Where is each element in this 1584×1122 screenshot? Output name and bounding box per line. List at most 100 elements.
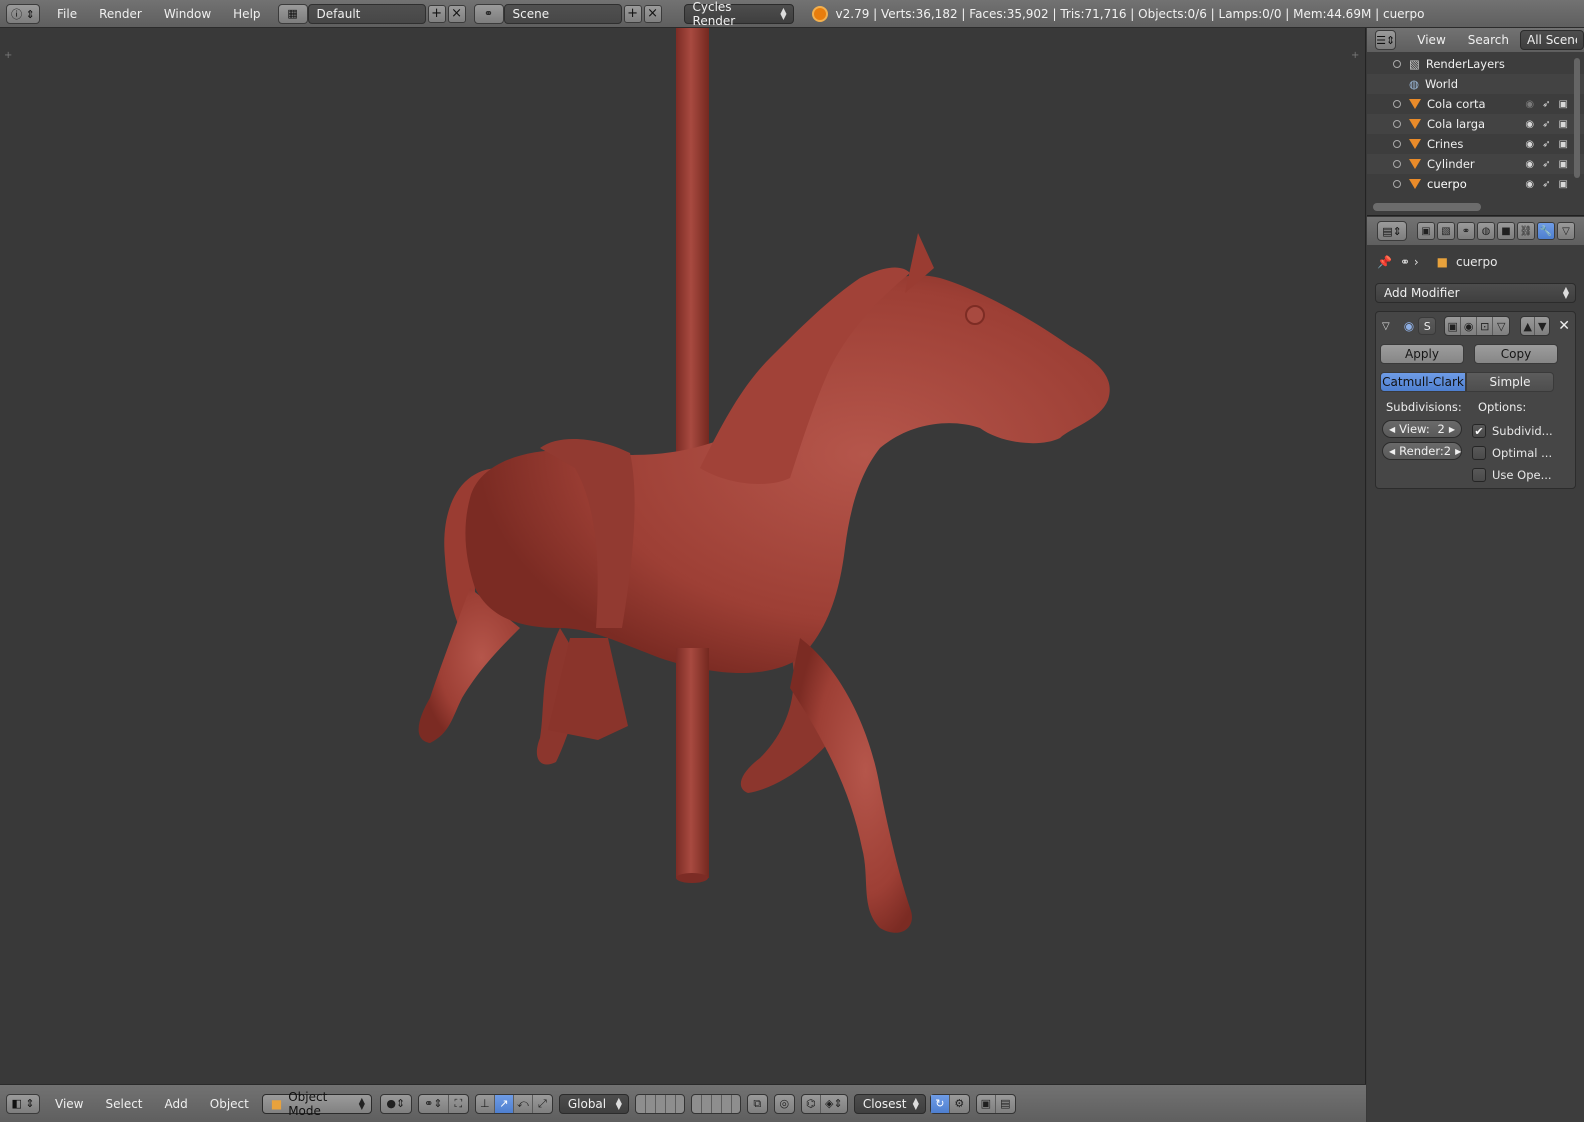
visibility-eye-icon[interactable]: ◉ (1525, 179, 1534, 190)
outliner-editor-type-button[interactable]: ☰⇕ (1375, 30, 1397, 50)
select-cursor-icon[interactable]: ➶ (1542, 159, 1550, 170)
scene-tab-icon[interactable]: ⚭ (1457, 222, 1475, 240)
visibility-eye-icon[interactable]: ◉ (1525, 119, 1534, 130)
scene-add-icon[interactable]: + (623, 4, 642, 23)
expand-toggle-icon[interactable] (1393, 100, 1401, 108)
rotate-manipulator-icon[interactable]: ⤺ (514, 1094, 533, 1113)
snap-toggle-icon[interactable]: ⌬ (802, 1094, 821, 1113)
layout-name-field[interactable]: Default (307, 3, 426, 24)
outliner-menu-view[interactable]: View (1406, 33, 1456, 47)
render-engine-select[interactable]: Cycles Render ▲ ▼ (683, 0, 794, 28)
menu-add[interactable]: Add (154, 1097, 199, 1111)
optimal-display-checkbox[interactable] (1472, 446, 1486, 460)
layout-browse-button[interactable]: ▦ (277, 3, 308, 24)
select-cursor-icon[interactable]: ➶ (1542, 99, 1550, 110)
render-camera-icon[interactable]: ▣ (1559, 159, 1568, 170)
layers-group-2[interactable] (690, 1093, 741, 1114)
snap-element-icon[interactable]: ◈⇕ (821, 1095, 847, 1113)
opengl-render-image-icon[interactable]: ▣ (977, 1094, 996, 1113)
simple-button[interactable]: Simple (1466, 372, 1554, 392)
remove-modifier-icon[interactable]: ✕ (1558, 318, 1570, 334)
visibility-eye-icon[interactable]: ◉ (1525, 99, 1534, 110)
render-camera-icon[interactable]: ▣ (1559, 119, 1568, 130)
scale-manipulator-icon[interactable]: ⤢ (533, 1095, 552, 1113)
layout-add-icon[interactable]: + (427, 4, 446, 23)
viewport-split-handle-right[interactable]: + (1351, 50, 1359, 61)
translate-manipulator-icon[interactable]: ↗ (494, 1094, 514, 1113)
visibility-eye-icon[interactable]: ◉ (1525, 139, 1534, 150)
render-tab-icon[interactable]: ▣ (1417, 222, 1435, 240)
pivot-point-icon[interactable]: ⚭⇕ (419, 1094, 449, 1113)
visibility-eye-icon[interactable]: ◉ (1525, 159, 1534, 170)
outliner-horizontal-scrollbar[interactable] (1373, 203, 1481, 211)
scene-name-field[interactable]: Scene (503, 3, 622, 24)
view-levels-field[interactable]: ◀ View: 2 ▶ (1382, 420, 1462, 438)
pin-icon[interactable]: 📌 (1377, 255, 1392, 269)
expand-toggle-icon[interactable] (1393, 120, 1401, 128)
viewport-toggle-icon[interactable]: ◉ (1461, 317, 1478, 335)
data-tab-icon[interactable]: ▽ (1557, 222, 1575, 240)
move-up-icon[interactable]: ▲ (1521, 317, 1536, 335)
expand-toggle-icon[interactable] (1393, 60, 1401, 68)
snap-target-select[interactable]: Closest ▲ ▼ (853, 1093, 926, 1114)
copy-button[interactable]: Copy (1474, 344, 1558, 364)
select-cursor-icon[interactable]: ➶ (1542, 139, 1550, 150)
layout-close-icon[interactable]: × (447, 4, 466, 23)
properties-editor-type-button[interactable]: ▤⇕ (1377, 221, 1407, 241)
proportional-edit-icon[interactable]: ◎ (775, 1095, 794, 1113)
render-camera-icon[interactable]: ▣ (1559, 139, 1568, 150)
expand-toggle-icon[interactable] (1393, 160, 1401, 168)
world-tab-icon[interactable]: ◍ (1477, 222, 1495, 240)
menu-window[interactable]: Window (153, 7, 222, 21)
outliner-menu-search[interactable]: Search (1457, 33, 1520, 47)
modifier-name-field[interactable]: S (1418, 317, 1437, 335)
outliner-item-crines[interactable]: Crines ◉ ➶ ▣ (1367, 134, 1584, 154)
use-opensubdiv-checkbox[interactable] (1472, 468, 1486, 482)
mode-select[interactable]: ■ Object Mode ▲ ▼ (261, 1090, 372, 1118)
render-camera-icon[interactable]: ▣ (1559, 179, 1568, 190)
select-cursor-icon[interactable]: ➶ (1542, 119, 1550, 130)
transform-axes-icon[interactable]: ⊥ (476, 1094, 495, 1113)
subdivide-uvs-checkbox[interactable]: ✔ (1472, 424, 1486, 438)
modifiers-wrench-icon[interactable]: 🔧 (1537, 222, 1555, 240)
outliner-item-cola-corta[interactable]: Cola corta ◉ ➶ ▣ (1367, 94, 1584, 114)
snap-align-icon[interactable]: ↻ (930, 1094, 950, 1113)
editor-type-button[interactable]: ⓘ ⇕ (6, 3, 40, 24)
scene-browse-button[interactable]: ⚭ (473, 3, 504, 24)
outliner-item-cola-larga[interactable]: Cola larga ◉ ➶ ▣ (1367, 114, 1584, 134)
viewport-editor-type-button[interactable]: ◧ ⇕ (6, 1093, 40, 1114)
manipulator-toggle-icon[interactable]: ⛶ (449, 1095, 468, 1113)
layer-lock-icon[interactable]: ⧉ (748, 1095, 767, 1113)
menu-help[interactable]: Help (222, 7, 271, 21)
apply-button[interactable]: Apply (1380, 344, 1464, 364)
add-modifier-select[interactable]: Add Modifier ▲ ▼ (1375, 283, 1576, 303)
use-opensubdiv-option[interactable]: Use Ope... (1472, 464, 1560, 486)
scene-close-icon[interactable]: × (643, 4, 662, 23)
render-layers-tab-icon[interactable]: ▧ (1437, 222, 1455, 240)
outliner-item-renderlayers[interactable]: ▧ RenderLayers (1367, 54, 1584, 74)
outliner-item-cuerpo[interactable]: cuerpo ◉ ➶ ▣ (1367, 174, 1584, 194)
layers-group-1[interactable] (634, 1093, 685, 1114)
3d-viewport[interactable]: + + (0, 28, 1366, 1084)
snap-project-icon[interactable]: ⚙ (950, 1095, 969, 1113)
outliner-item-world[interactable]: ◍ World (1367, 74, 1584, 94)
editmode-toggle-icon[interactable]: ⊡ (1477, 317, 1494, 335)
render-camera-icon[interactable]: ▣ (1559, 99, 1568, 110)
optimal-display-option[interactable]: Optimal ... (1472, 442, 1560, 464)
outliner-item-cylinder[interactable]: Cylinder ◉ ➶ ▣ (1367, 154, 1584, 174)
collapse-triangle-icon[interactable]: ▽ (1382, 321, 1390, 332)
select-cursor-icon[interactable]: ➶ (1542, 179, 1550, 190)
expand-toggle-icon[interactable] (1393, 180, 1401, 188)
outliner-filter-select[interactable]: All Scenes (1520, 30, 1584, 50)
menu-select[interactable]: Select (94, 1097, 153, 1111)
object-tab-icon[interactable]: ■ (1497, 222, 1515, 240)
opengl-render-animation-icon[interactable]: ▤ (996, 1095, 1015, 1113)
menu-render[interactable]: Render (88, 7, 153, 21)
menu-file[interactable]: File (46, 7, 88, 21)
menu-view[interactable]: View (44, 1097, 94, 1111)
move-down-icon[interactable]: ▼ (1535, 317, 1549, 335)
expand-toggle-icon[interactable] (1393, 140, 1401, 148)
cage-toggle-icon[interactable]: ▽ (1493, 317, 1509, 335)
menu-object[interactable]: Object (199, 1097, 260, 1111)
subdivide-uvs-option[interactable]: ✔ Subdivid... (1472, 420, 1560, 442)
